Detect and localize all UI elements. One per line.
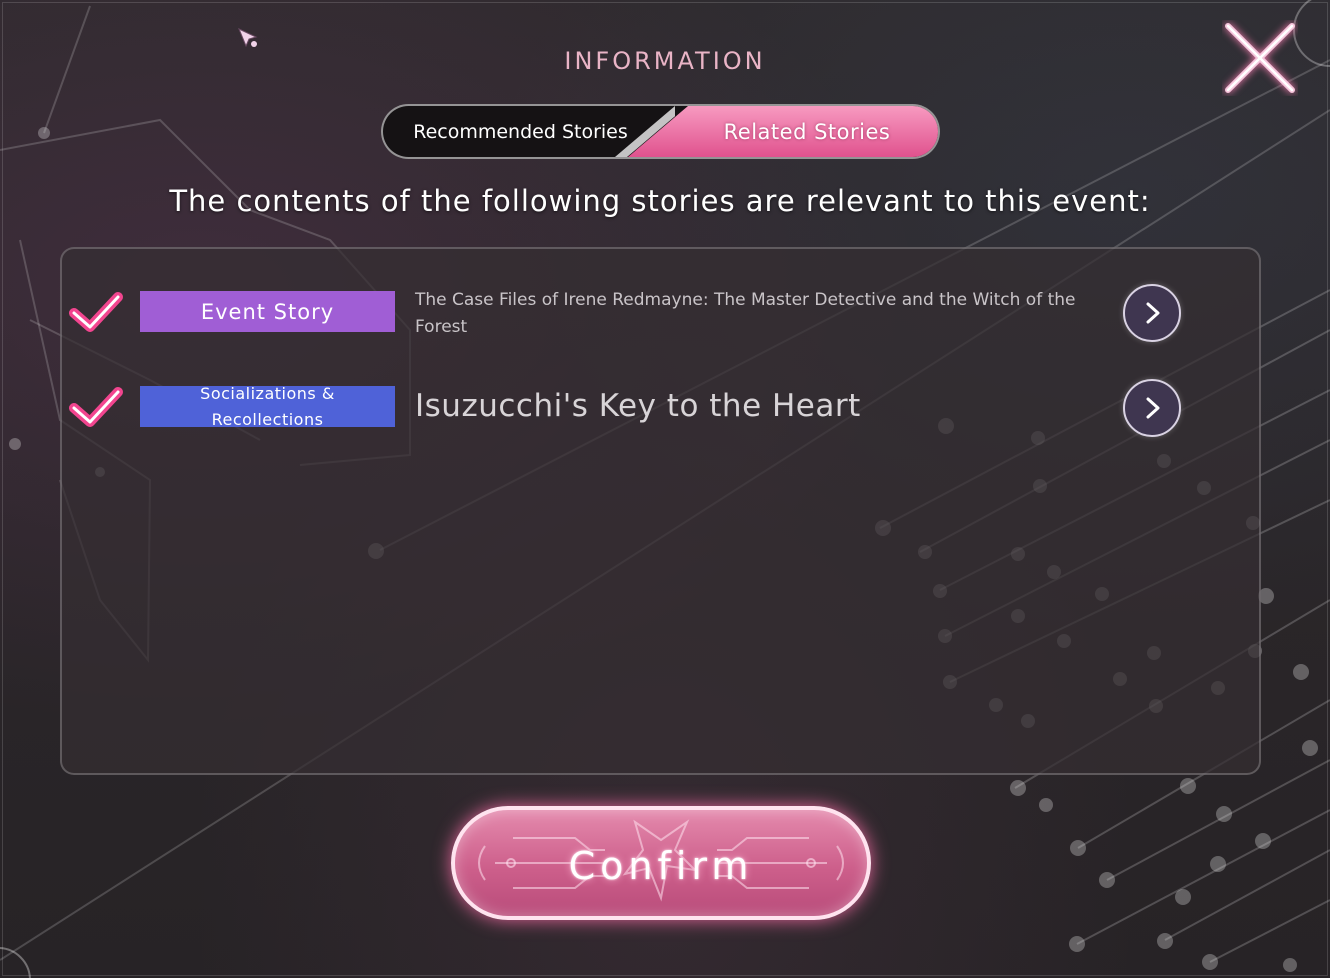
story-tabs: Recommended Stories Related Stories bbox=[381, 104, 940, 159]
story-row-socialization: Socializations & Recollections Isuzucchi… bbox=[0, 372, 1330, 442]
category-badge: Socializations & Recollections bbox=[140, 384, 395, 429]
story-title: The Case Files of Irene Redmayne: The Ma… bbox=[415, 290, 1076, 337]
story-row-event: Event Story The Case Files of Irene Redm… bbox=[0, 278, 1330, 348]
tab-recommended-stories[interactable]: Recommended Stories bbox=[383, 106, 658, 157]
confirm-button[interactable]: Confirm bbox=[451, 806, 871, 920]
checkmark-icon bbox=[69, 292, 123, 332]
dialog-title: INFORMATION bbox=[564, 47, 766, 75]
confirm-label: Confirm bbox=[568, 844, 754, 888]
category-badge: Event Story bbox=[140, 291, 395, 332]
open-story-button[interactable] bbox=[1123, 379, 1181, 437]
close-x-icon bbox=[1225, 23, 1295, 93]
description-text: The contents of the following stories ar… bbox=[169, 184, 1151, 218]
close-button[interactable] bbox=[1222, 20, 1298, 96]
story-title: Isuzucchi's Key to the Heart bbox=[415, 388, 861, 424]
open-story-button[interactable] bbox=[1123, 284, 1181, 342]
chevron-right-icon bbox=[1146, 397, 1160, 419]
chevron-right-icon bbox=[1146, 302, 1160, 324]
tab-related-stories[interactable]: Related Stories bbox=[673, 106, 938, 157]
checkmark-icon bbox=[69, 387, 123, 427]
